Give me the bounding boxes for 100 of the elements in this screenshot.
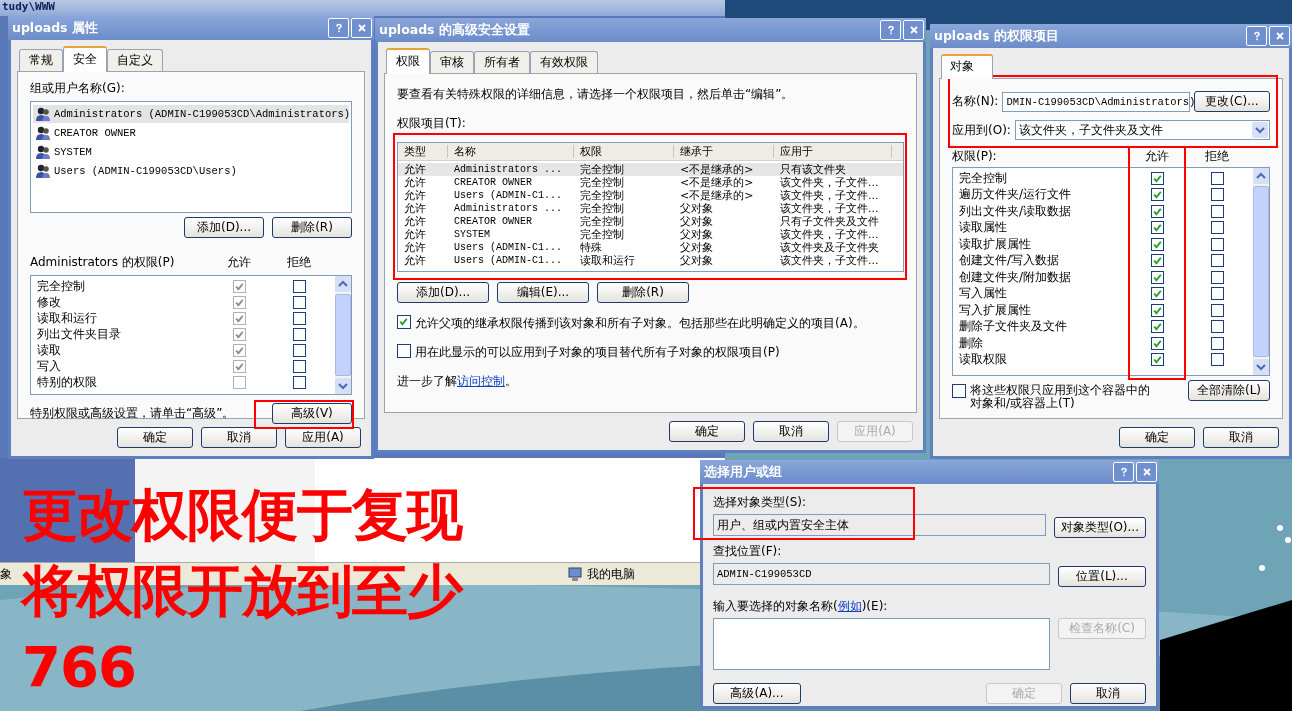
dialog-button[interactable]: 编辑(E)... (497, 282, 589, 303)
checkbox[interactable] (1210, 221, 1224, 235)
user-item[interactable]: CREATOR OWNER (33, 124, 349, 142)
tab[interactable]: 常规 (19, 49, 63, 71)
tab[interactable]: 安全 (63, 46, 107, 72)
table-row[interactable]: 允许 CREATOR OWNER 完全控制 <不是继承的> 该文件夹，子文件... (398, 176, 903, 189)
user-item[interactable]: Administrators (ADMIN-C199053CD\Administrators) (33, 105, 349, 123)
checkbox[interactable] (952, 384, 966, 398)
dialog-button[interactable]: 取消 (753, 421, 829, 442)
checkbox[interactable] (1210, 237, 1224, 251)
checkbox[interactable] (1210, 254, 1224, 268)
user-item[interactable]: Users (ADMIN-C199053CD\Users) (33, 162, 349, 180)
scroll-down-icon[interactable] (1253, 359, 1269, 375)
tab[interactable]: 所有者 (474, 51, 530, 73)
checkbox[interactable] (292, 359, 306, 373)
checkbox[interactable] (1210, 303, 1224, 317)
scroll-up-icon[interactable] (1253, 168, 1269, 184)
close-button[interactable] (1136, 462, 1157, 482)
tab[interactable]: 有效权限 (530, 51, 598, 73)
checkbox[interactable] (1150, 287, 1164, 301)
permission-name: 读取扩展属性 (959, 235, 1032, 253)
checkbox[interactable] (292, 375, 306, 389)
dialog-button[interactable]: 添加(D)... (397, 282, 489, 303)
checkbox-option[interactable]: 用在此显示的可以应用到子对象的项目替代所有子对象的权限项目(P) (397, 344, 904, 361)
close-button[interactable] (351, 18, 372, 38)
help-button[interactable] (328, 18, 349, 38)
checkbox[interactable] (1150, 221, 1164, 235)
checkbox[interactable] (1150, 353, 1164, 367)
checkbox[interactable] (1210, 171, 1224, 185)
checkbox[interactable] (1210, 320, 1224, 334)
column-header[interactable]: 权限 (574, 145, 674, 158)
checkbox[interactable] (1210, 287, 1224, 301)
close-button[interactable] (903, 20, 924, 40)
checkbox[interactable] (1150, 320, 1164, 334)
table-row[interactable]: 允许 Administrators ... 完全控制 父对象 该文件夹，子文件... (398, 202, 903, 215)
checkbox[interactable] (292, 279, 306, 293)
checkbox[interactable] (1210, 204, 1224, 218)
close-button[interactable] (1269, 26, 1290, 46)
checkbox[interactable] (1150, 237, 1164, 251)
object-types-button[interactable]: 对象类型(O)... (1053, 516, 1146, 538)
table-row[interactable]: 允许 SYSTEM 完全控制 父对象 该文件夹，子文件... (398, 228, 903, 241)
checkbox[interactable] (1150, 171, 1164, 185)
checkbox[interactable] (292, 327, 306, 341)
dialog-button[interactable]: 应用(A) (285, 427, 361, 448)
apply-dropdown[interactable]: 该文件夹，子文件夹及文件 (1014, 120, 1270, 140)
column-header[interactable]: 名称 (448, 145, 574, 158)
table-row[interactable]: 允许 Users (ADMIN-C1... 完全控制 <不是继承的> 该文件夹，子文件... (398, 189, 903, 202)
help-button[interactable] (1113, 462, 1134, 482)
tab[interactable]: 审核 (430, 51, 474, 73)
checkbox[interactable] (1210, 353, 1224, 367)
dialog-button[interactable]: 删除(R) (272, 217, 352, 238)
dialog-button[interactable]: 确定 (1119, 427, 1195, 448)
column-header[interactable]: 应用于 (774, 145, 892, 158)
checkbox[interactable] (1150, 254, 1164, 268)
dialog-button[interactable]: 确定 (669, 421, 745, 442)
tab[interactable]: 权限 (386, 48, 430, 74)
checkbox[interactable] (1150, 303, 1164, 317)
checkbox[interactable] (1210, 270, 1224, 284)
checkbox[interactable] (292, 311, 306, 325)
help-button[interactable] (880, 20, 901, 40)
change-button[interactable]: 更改(C)... (1194, 91, 1270, 112)
table-row[interactable]: 允许 CREATOR OWNER 完全控制 父对象 只有子文件夹及文件 (398, 215, 903, 228)
column-header[interactable]: 继承于 (674, 145, 774, 158)
table-row[interactable]: 允许 Administrators ... 完全控制 <不是继承的> 只有该文件夹 (398, 163, 903, 176)
scrollbar[interactable] (1253, 168, 1269, 375)
locations-button[interactable]: 位置(L)... (1058, 565, 1146, 587)
object-names-field[interactable] (713, 618, 1050, 670)
help-link[interactable]: 访问控制 (457, 374, 505, 388)
checkbox[interactable] (1150, 204, 1164, 218)
column-header[interactable]: 类型 (398, 145, 448, 158)
checkbox-option[interactable]: 将这些权限只应用到这个容器中的对象和/或容器上(T) (952, 384, 1184, 410)
clear-all-button[interactable]: 全部清除(L) (1188, 380, 1270, 401)
scrollbar[interactable] (335, 276, 351, 394)
checkbox[interactable] (1210, 336, 1224, 350)
checkbox[interactable] (292, 295, 306, 309)
tab[interactable]: 自定义 (107, 49, 163, 71)
user-item[interactable]: SYSTEM (33, 143, 349, 161)
checkbox[interactable] (292, 343, 306, 357)
dialog-button[interactable]: 添加(D)... (184, 217, 264, 238)
dialog-button[interactable]: 删除(R) (597, 282, 689, 303)
dialog-button[interactable]: 确定 (117, 427, 193, 448)
scroll-down-icon[interactable] (335, 378, 351, 394)
scroll-up-icon[interactable] (335, 276, 351, 292)
checkbox[interactable] (397, 315, 411, 329)
checkbox[interactable] (397, 344, 411, 358)
checkbox[interactable] (1150, 188, 1164, 202)
checkbox[interactable] (1150, 270, 1164, 284)
dialog-button[interactable]: 取消 (201, 427, 277, 448)
dialog-button[interactable]: 取消 (1070, 683, 1146, 704)
help-button[interactable] (1246, 26, 1267, 46)
advanced-button[interactable]: 高级(A)... (713, 683, 801, 704)
checkbox-option[interactable]: 允许父项的继承权限传播到该对象和所有子对象。包括那些在此明确定义的项目(A)。 (397, 315, 904, 332)
dialog-button[interactable]: 取消 (1203, 427, 1279, 448)
checkbox[interactable] (1150, 336, 1164, 350)
checkbox[interactable] (1210, 188, 1224, 202)
table-row[interactable]: 允许 Users (ADMIN-C1... 读取和运行 父对象 该文件夹，子文件... (398, 254, 903, 267)
advanced-button[interactable]: 高级(V) (272, 403, 352, 424)
examples-link[interactable]: 例如 (837, 599, 862, 613)
table-row[interactable]: 允许 Users (ADMIN-C1... 特殊 父对象 该文件夹及子文件夹 (398, 241, 903, 254)
tab[interactable]: 对象 (941, 54, 993, 79)
